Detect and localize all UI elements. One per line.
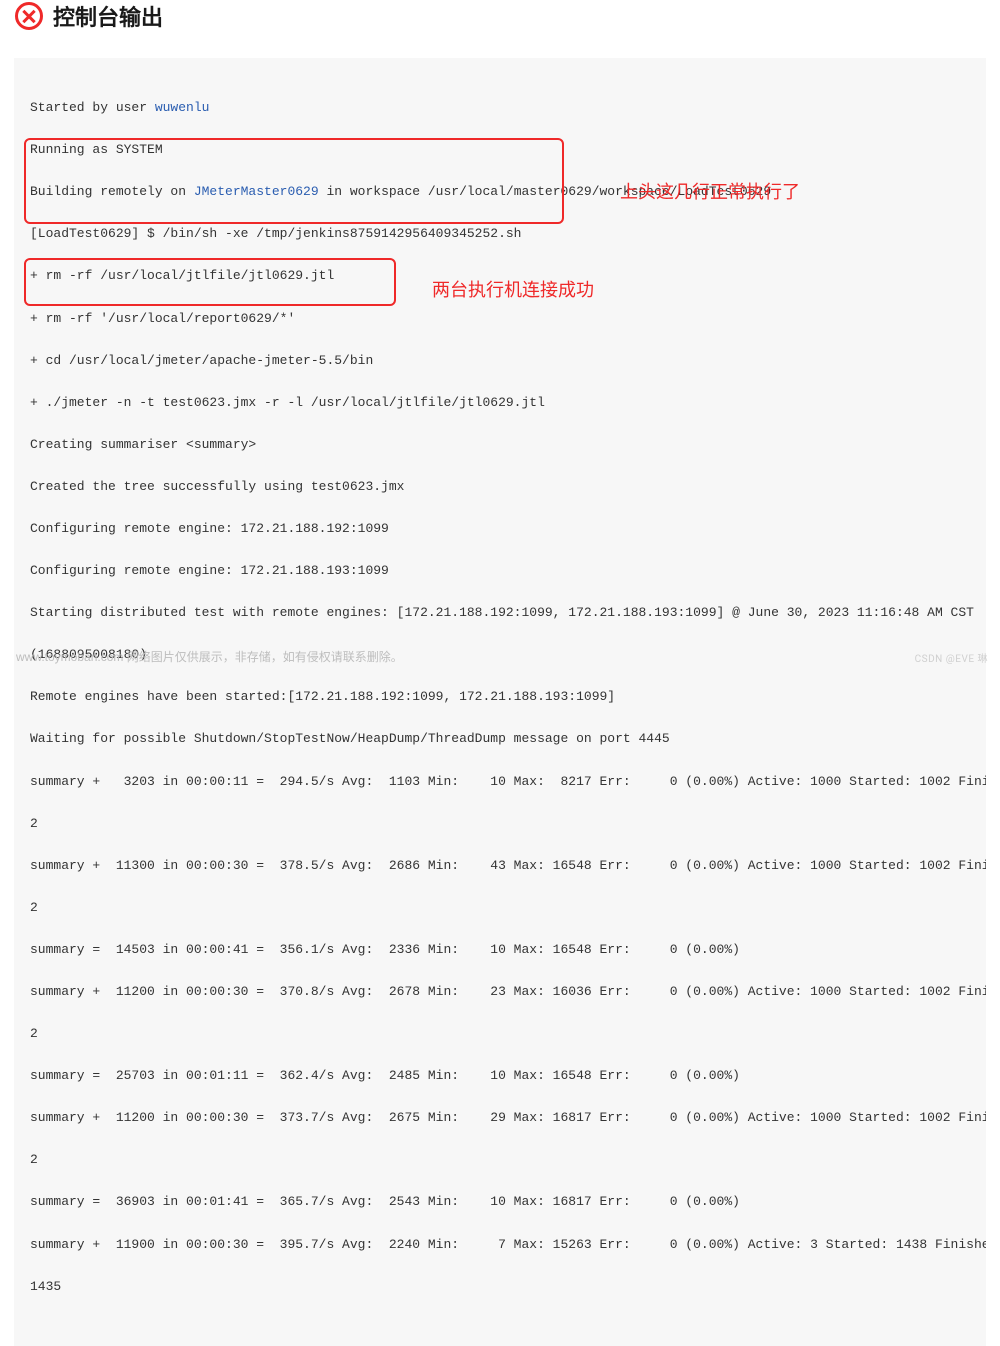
console-line: Created the tree successfully using test…: [30, 476, 970, 497]
annotation-engines: 两台执行机连接成功: [432, 276, 594, 305]
console-line: summary = 36903 in 00:01:41 = 365.7/s Av…: [30, 1191, 970, 1212]
host-link[interactable]: JMeterMaster0629: [194, 184, 319, 199]
console-line: + ./jmeter -n -t test0623.jmx -r -l /usr…: [30, 392, 970, 413]
console-line: 2: [30, 1149, 970, 1170]
console-line: 2: [30, 813, 970, 834]
console-line: summary + 3203 in 00:00:11 = 294.5/s Avg…: [30, 771, 970, 792]
console-line: summary = 14503 in 00:00:41 = 356.1/s Av…: [30, 939, 970, 960]
console-line: summary + 11200 in 00:00:30 = 370.8/s Av…: [30, 981, 970, 1002]
console-line: summary + 11900 in 00:00:30 = 395.7/s Av…: [30, 1234, 970, 1255]
console-line: 2: [30, 1023, 970, 1044]
console-line: Building remotely on JMeterMaster0629 in…: [30, 181, 970, 202]
watermark-right: CSDN @EVE 琳: [915, 650, 988, 665]
console-line: Started by user wuwenlu: [30, 97, 970, 118]
console-header: 控制台输出: [0, 0, 1000, 44]
console-line: 1435: [30, 1276, 970, 1297]
console-line: + rm -rf '/usr/local/report0629/*': [30, 308, 970, 329]
console-line: Creating summariser <summary>: [30, 434, 970, 455]
console-line: Remote engines have been started:[172.21…: [30, 686, 970, 707]
watermark-left: www.toymoban.com 网络图片仅供展示，非存储，如有侵权请联系删除。: [16, 648, 403, 665]
console-line: Running as SYSTEM: [30, 139, 970, 160]
console-line: Configuring remote engine: 172.21.188.19…: [30, 518, 970, 539]
console-line: summary + 11300 in 00:00:30 = 378.5/s Av…: [30, 855, 970, 876]
user-link[interactable]: wuwenlu: [155, 100, 210, 115]
annotation-commands: 上头这几行正常执行了: [620, 178, 800, 207]
console-line: summary + 11200 in 00:00:30 = 373.7/s Av…: [30, 1107, 970, 1128]
console-line: summary = 25703 in 00:01:11 = 362.4/s Av…: [30, 1065, 970, 1086]
page-title: 控制台输出: [53, 0, 163, 32]
console-line: + cd /usr/local/jmeter/apache-jmeter-5.5…: [30, 350, 970, 371]
console-line: Starting distributed test with remote en…: [30, 602, 970, 623]
console-line: [LoadTest0629] $ /bin/sh -xe /tmp/jenkin…: [30, 223, 970, 244]
console-line: Configuring remote engine: 172.21.188.19…: [30, 560, 970, 581]
error-status-icon: [15, 2, 43, 30]
console-line: 2: [30, 897, 970, 918]
console-output: Started by user wuwenlu Running as SYSTE…: [14, 58, 986, 1346]
console-line: Waiting for possible Shutdown/StopTestNo…: [30, 728, 970, 749]
